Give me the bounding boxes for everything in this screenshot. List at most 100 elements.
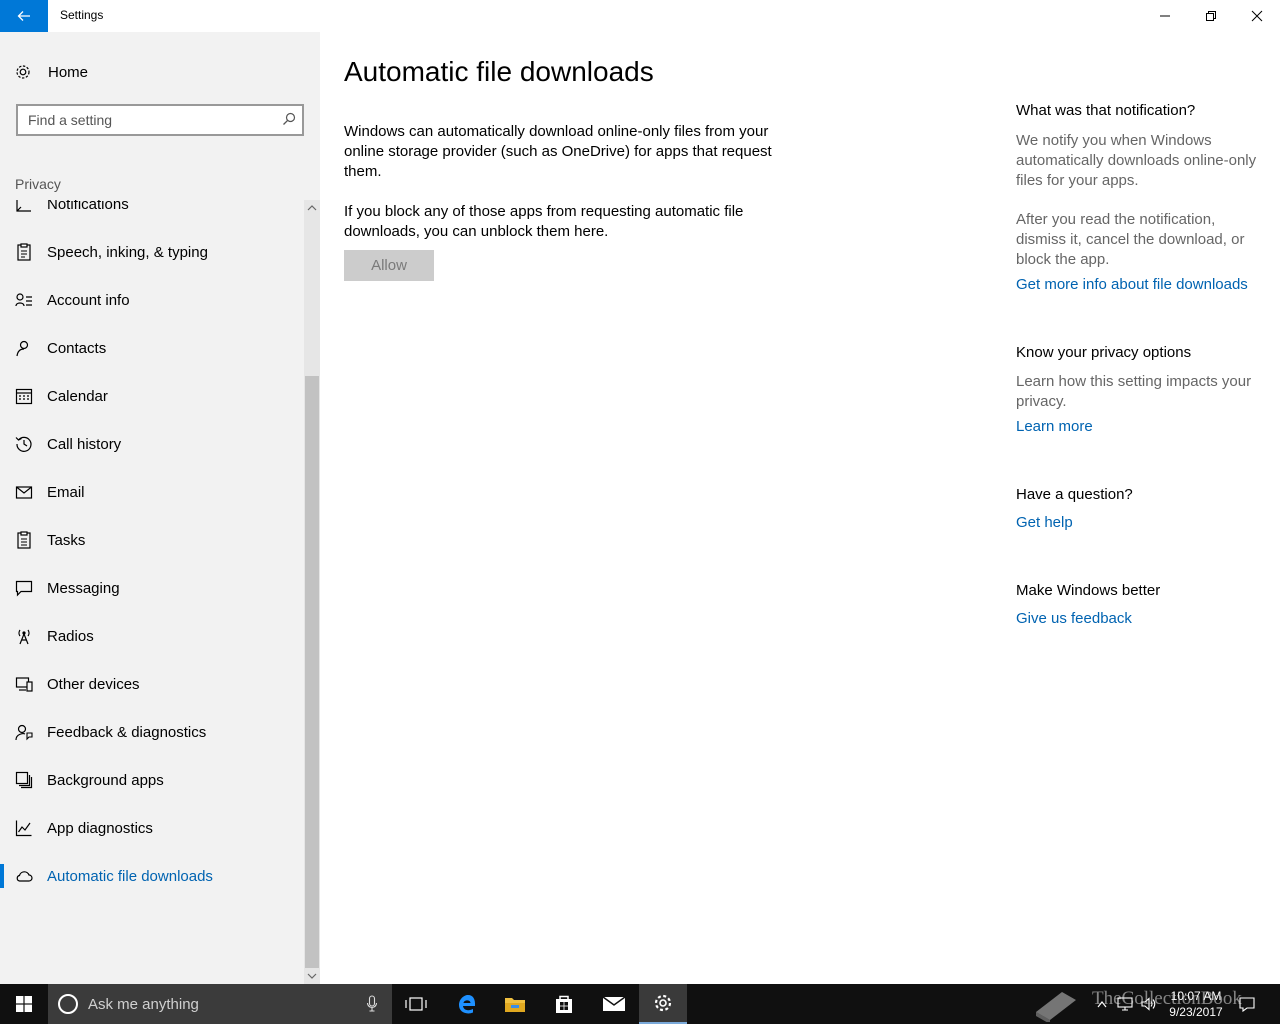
gear-icon	[654, 994, 672, 1012]
window-title: Settings	[60, 8, 104, 22]
network-tray-button[interactable]	[1114, 984, 1136, 1024]
nav-list-viewport: Notifications Speech, inking, & typing A…	[0, 200, 304, 984]
close-button[interactable]	[1234, 0, 1280, 32]
sidebar-item-label: Account info	[47, 291, 130, 309]
notifications-icon	[16, 200, 31, 212]
unblock-paragraph: If you block any of those apps from requ…	[344, 203, 744, 240]
sidebar-item-label: Other devices	[47, 675, 140, 693]
allow-button[interactable]: Allow	[344, 250, 434, 281]
sidebar-item-notifications[interactable]: Notifications	[0, 200, 304, 228]
sidebar-item-feedback[interactable]: Feedback & diagnostics	[0, 708, 304, 756]
app-diagnostics-icon	[15, 820, 32, 837]
sidebar-item-messaging[interactable]: Messaging	[0, 564, 304, 612]
account-info-icon	[15, 293, 32, 307]
settings-search-input[interactable]	[18, 106, 278, 134]
sidebar-item-label: Contacts	[47, 339, 107, 357]
sidebar-item-label: Feedback & diagnostics	[47, 723, 207, 741]
home-nav[interactable]: Home	[14, 60, 88, 84]
sidebar-item-radios[interactable]: Radios	[0, 612, 304, 660]
mail-icon	[602, 996, 626, 1011]
sidebar-item-speech[interactable]: Speech, inking, & typing	[0, 228, 304, 276]
settings-taskbar-button[interactable]	[639, 984, 687, 1024]
restore-button[interactable]	[1188, 0, 1234, 32]
sidebar-item-label: Calendar	[47, 387, 108, 405]
sidebar-item-app-diagnostics[interactable]: App diagnostics	[0, 804, 304, 852]
call-history-icon	[15, 436, 32, 452]
volume-tray-button[interactable]	[1138, 984, 1160, 1024]
sidebar-item-background-apps[interactable]: Background apps	[0, 756, 304, 804]
privacy-heading: Know your privacy options	[1016, 344, 1192, 361]
edge-taskbar-button[interactable]	[443, 984, 491, 1024]
sidebar-item-call-history[interactable]: Call history	[0, 420, 304, 468]
network-icon	[1117, 997, 1133, 1011]
sidebar-item-tasks[interactable]: Tasks	[0, 516, 304, 564]
email-icon	[15, 486, 33, 499]
gear-icon	[16, 65, 30, 79]
cortana-icon	[58, 994, 78, 1014]
scroll-thumb[interactable]	[305, 376, 319, 968]
clock-time: 10:07 AM	[1170, 989, 1222, 1003]
task-view-button[interactable]	[392, 984, 440, 1024]
sidebar-scrollbar[interactable]	[304, 200, 320, 984]
sidebar-item-label: App diagnostics	[47, 819, 153, 837]
sidebar-item-email[interactable]: Email	[0, 468, 304, 516]
chevron-down-icon	[307, 973, 317, 979]
taskbar-clock[interactable]: 10:07 AM 9/23/2017	[1160, 988, 1232, 1020]
search-icon[interactable]	[282, 112, 296, 126]
speech-icon	[17, 243, 31, 261]
sidebar-item-label: Speech, inking, & typing	[47, 243, 208, 261]
scroll-down-button[interactable]	[304, 968, 320, 984]
sidebar: Home Privacy Notifications Speech, inkin…	[0, 32, 320, 984]
learn-more-link[interactable]: Learn more	[1016, 418, 1093, 435]
microphone-icon[interactable]	[366, 995, 378, 1013]
contacts-icon	[16, 340, 29, 357]
minimize-icon	[1160, 15, 1170, 17]
give-feedback-link[interactable]: Give us feedback	[1016, 610, 1132, 627]
notification-text-2: After you read the notification, dismiss…	[1016, 211, 1245, 268]
restore-icon	[1206, 11, 1216, 21]
calendar-icon	[15, 388, 33, 405]
notification-heading: What was that notification?	[1016, 102, 1196, 119]
tasks-icon	[17, 531, 31, 549]
chevron-up-icon	[307, 205, 317, 211]
sidebar-item-label: Call history	[47, 435, 122, 453]
privacy-text: Learn how this setting impacts your priv…	[1016, 373, 1252, 410]
other-devices-icon	[15, 677, 33, 692]
taskbar: Ask me anything 10:07 AM 9/23/2017	[0, 984, 1280, 1024]
sidebar-item-label: Notifications	[47, 200, 129, 213]
file-explorer-taskbar-button[interactable]	[491, 984, 539, 1024]
sidebar-item-label: Messaging	[47, 579, 120, 597]
chevron-up-icon	[1097, 1001, 1107, 1008]
sidebar-item-account-info[interactable]: Account info	[0, 276, 304, 324]
file-downloads-info-link[interactable]: Get more info about file downloads	[1016, 276, 1248, 293]
scroll-up-button[interactable]	[304, 200, 320, 216]
minimize-button[interactable]	[1142, 0, 1188, 32]
mail-taskbar-button[interactable]	[590, 984, 638, 1024]
task-view-icon	[405, 997, 427, 1011]
radios-icon	[18, 629, 30, 645]
sidebar-item-contacts[interactable]: Contacts	[0, 324, 304, 372]
background-apps-icon	[15, 771, 33, 789]
cortana-placeholder: Ask me anything	[88, 996, 199, 1013]
make-windows-better-heading: Make Windows better	[1016, 582, 1161, 599]
nav-list: Notifications Speech, inking, & typing A…	[0, 200, 304, 900]
folder-icon	[505, 998, 525, 1012]
feedback-icon	[15, 724, 33, 741]
back-arrow-icon	[17, 11, 30, 21]
action-center-button[interactable]	[1234, 984, 1260, 1024]
start-button[interactable]	[0, 984, 48, 1024]
sidebar-item-calendar[interactable]: Calendar	[0, 372, 304, 420]
cortana-search-box[interactable]: Ask me anything	[48, 984, 392, 1024]
question-heading: Have a question?	[1016, 486, 1133, 503]
settings-search-box[interactable]	[16, 104, 304, 136]
back-button[interactable]	[0, 0, 48, 32]
sidebar-item-automatic-file-downloads[interactable]: Automatic file downloads	[0, 852, 304, 900]
get-help-link[interactable]: Get help	[1016, 514, 1073, 531]
windows-logo-icon	[16, 996, 32, 1012]
speaker-icon	[1141, 997, 1156, 1011]
store-taskbar-button[interactable]	[540, 984, 588, 1024]
home-label: Home	[48, 63, 89, 81]
action-center-icon	[1239, 997, 1255, 1012]
sidebar-item-other-devices[interactable]: Other devices	[0, 660, 304, 708]
show-hidden-icons-button[interactable]	[1092, 984, 1112, 1024]
